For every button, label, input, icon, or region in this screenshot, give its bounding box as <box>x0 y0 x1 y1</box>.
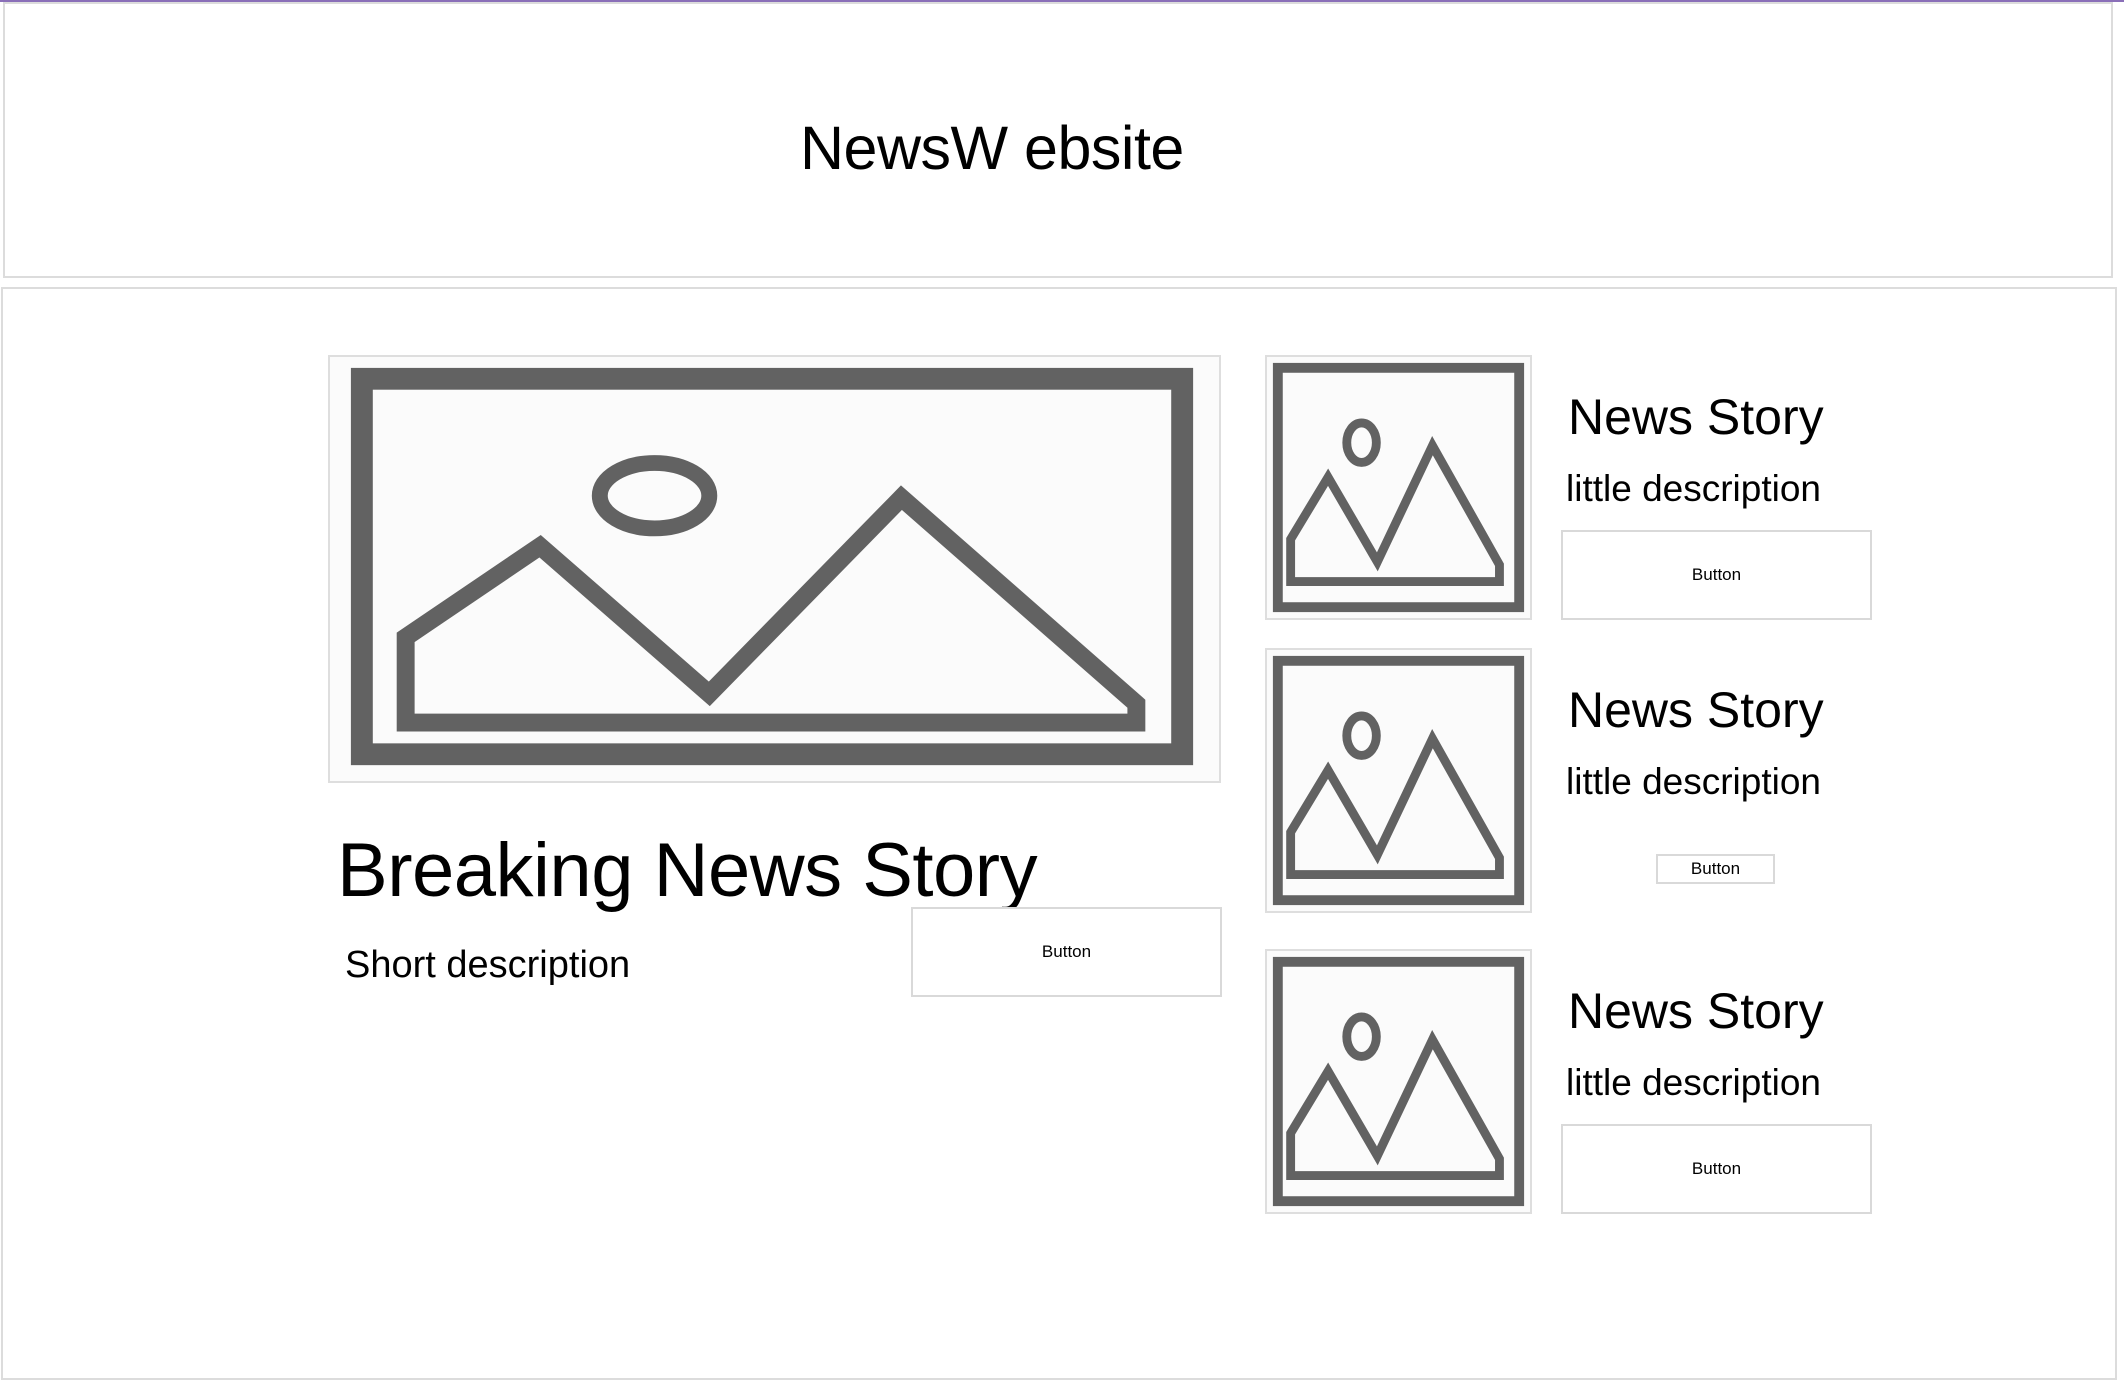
story-image-3[interactable] <box>1265 949 1532 1214</box>
story-description-1: little description <box>1566 468 1822 509</box>
site-header: NewsW ebsite <box>3 2 2113 278</box>
image-placeholder-icon <box>1272 362 1525 613</box>
image-placeholder-icon <box>1272 655 1525 906</box>
story-description-3: little description <box>1566 1062 1822 1103</box>
story-button-3[interactable]: Button <box>1561 1124 1872 1214</box>
story-button-1[interactable]: Button <box>1561 530 1872 620</box>
story-title-1[interactable]: News Story <box>1568 387 1824 447</box>
image-placeholder-icon <box>350 367 1194 766</box>
story-image-1[interactable] <box>1265 355 1532 620</box>
featured-description: Short description <box>345 944 631 986</box>
featured-image[interactable] <box>328 355 1221 783</box>
story-button-2[interactable]: Button <box>1656 854 1775 884</box>
breaking-news-title[interactable]: Breaking News Story <box>337 826 1038 916</box>
story-title-2[interactable]: News Story <box>1568 680 1824 740</box>
image-placeholder-icon <box>1272 956 1525 1207</box>
featured-button[interactable]: Button <box>911 907 1222 997</box>
story-title-3[interactable]: News Story <box>1568 981 1824 1041</box>
site-title: NewsW ebsite <box>800 114 1184 182</box>
story-description-2: little description <box>1566 761 1822 802</box>
story-image-2[interactable] <box>1265 648 1532 913</box>
